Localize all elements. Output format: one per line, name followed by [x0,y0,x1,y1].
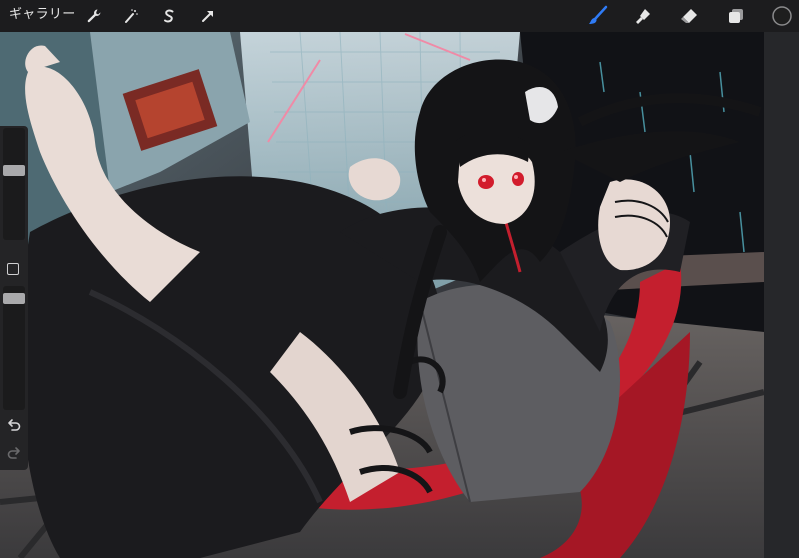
brush-icon[interactable] [586,4,610,28]
magic-wand-icon[interactable] [119,4,143,28]
eraser-icon[interactable] [677,4,701,28]
wrench-icon[interactable] [82,4,106,28]
gallery-button[interactable]: ギャラリー [9,7,76,23]
layers-icon[interactable] [724,4,748,28]
color-circle-icon[interactable] [770,4,794,28]
drawing-canvas[interactable] [0,32,764,558]
opacity-slider[interactable] [3,286,25,410]
selection-s-icon[interactable] [157,4,181,28]
redo-icon[interactable] [6,446,22,460]
arrow-cursor-icon[interactable] [196,4,220,28]
canvas-edge-strip [764,32,799,558]
modify-button-square-icon[interactable] [7,263,19,275]
brush-size-thumb[interactable] [3,165,25,176]
smudge-icon[interactable] [632,4,656,28]
undo-icon[interactable] [6,418,22,432]
artwork-illustration [0,32,764,558]
brush-size-slider[interactable] [3,128,25,240]
top-toolbar: ギャラリー [0,0,799,32]
left-sidebar [0,126,28,470]
opacity-thumb[interactable] [3,293,25,304]
